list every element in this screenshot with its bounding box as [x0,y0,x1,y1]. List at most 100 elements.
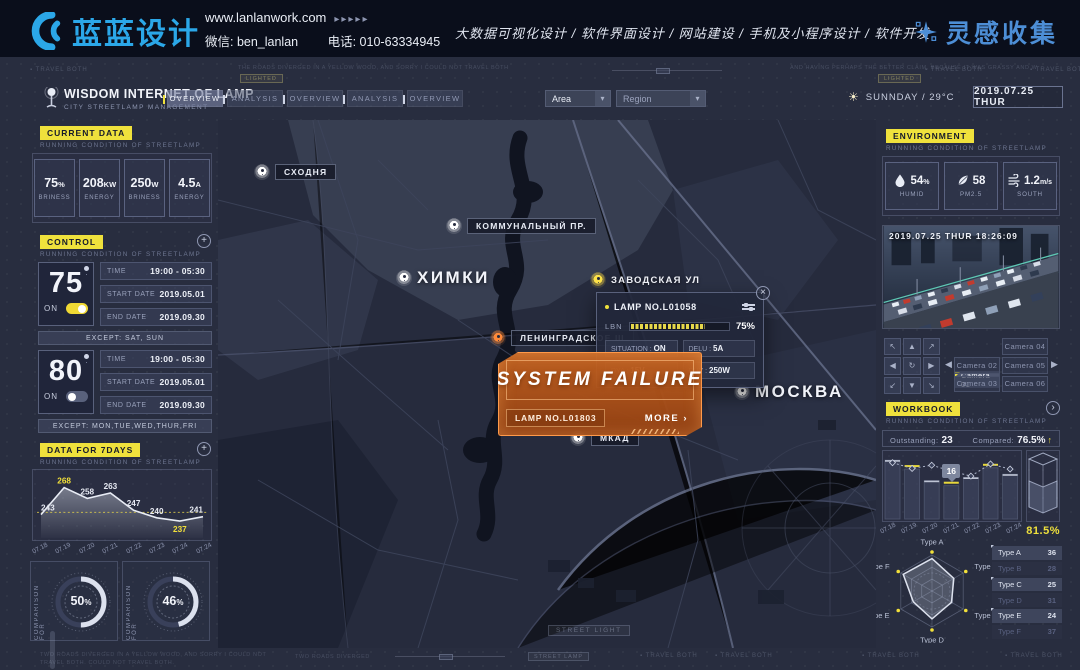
schedule-row-time[interactable]: TIME19:00 - 05:30 [100,262,212,280]
section-title-control: CONTROL [40,235,103,249]
stat-label: ENERGY [84,195,114,201]
type-row-type-e[interactable]: Type E24 [992,609,1062,623]
brand-name: 蓝蓝设计 [72,9,200,53]
camera-pan-button-0[interactable]: ↖ [884,338,901,355]
sliders-icon[interactable] [742,304,755,310]
corner-tick [32,534,39,541]
corner-tick [1026,450,1033,457]
camera-button-camera-06[interactable]: Camera 06 [1002,376,1048,393]
schedule-row-time[interactable]: TIME19:00 - 05:30 [100,350,212,368]
stat-value: 250W [131,176,159,190]
camera-dpad: ↖▲↗ ◀↻▶ ↙▼↘ [884,338,940,394]
data7-add-button[interactable]: + [197,442,211,456]
camera-pan-button-7[interactable]: ▼ [903,377,920,394]
lamp-popup-close-button[interactable]: × [756,286,770,300]
camera-pan-button-1[interactable]: ▲ [903,338,920,355]
row-value: 2019.09.30 [159,312,205,322]
workbook-expand-button[interactable]: › [1046,401,1060,415]
camera-view[interactable]: 2019.07.25 THUR 18:26:09 [882,225,1060,329]
chevron-down-icon: ▾ [595,91,610,106]
travel-both-checkbox: ▪ TRAVEL BOTH [1030,67,1080,73]
workbook-gauge [1026,450,1060,522]
on-label: ON [44,304,58,313]
more-button[interactable]: MORE › [639,410,694,427]
type-label: Type E [998,611,1021,620]
camera-pan-button-6[interactable]: ↙ [884,377,901,394]
failure-lamp-id[interactable]: LAMP NO.L01803 [506,409,605,427]
brightness-level-card: 75 ON [38,262,94,326]
map-marker-3[interactable]: ХИМКИ [396,268,490,288]
svg-text:Type B: Type B [974,562,992,571]
section-title-workbook: WORKBOOK [886,402,960,416]
type-row-type-d[interactable]: Type D31 [992,593,1062,607]
camera-prev-button[interactable]: ◀ [945,359,952,370]
map-label-text: МОСКВА [755,382,844,402]
corner-tick [882,209,889,216]
map-marker-2[interactable]: КОММУНАЛЬНЫЙ ПР. [446,218,596,234]
row-label: START DATE [107,291,155,298]
corner-tick [1015,450,1022,457]
compared-label: Compared: [973,436,1015,445]
map-marker-4[interactable]: ЗАВОДСКАЯ УЛ [590,272,700,288]
tab-overview-4[interactable]: OVERVIEW [407,90,463,107]
weather-text: SUNNDAY / 29°C [866,92,955,103]
corner-tick [205,153,212,160]
camera-pan-button-8[interactable]: ↘ [923,377,940,394]
brightness-level-value: 75 [44,265,88,301]
lamp-popup-title: LAMP NO.L01058 [614,302,737,312]
x-tick-label: 07.22 [125,542,143,556]
type-label: Type B [998,564,1021,573]
except-days-bar: EXCEPT: MON,TUE,WED,THUR,FRI [38,419,212,433]
city-map[interactable]: СХОДНЯКОММУНАЛЬНЫЙ ПР.ХИМКИЗАВОДСКАЯ УЛЛ… [218,120,876,648]
type-row-type-c[interactable]: Type C25 [992,578,1062,592]
camera-pan-button-5[interactable]: ▶ [923,357,940,374]
camera-button-camera-04[interactable]: Camera 04 [1002,338,1048,355]
camera-pan-button-2[interactable]: ↗ [923,338,940,355]
section-subtitle: RUNNING CONDITION OF STREETLAMP [40,142,201,149]
camera-button-camera-05[interactable]: Camera 05 [1002,357,1048,374]
row-label: START DATE [107,379,155,386]
map-label-text: КОММУНАЛЬНЫЙ ПР. [467,218,596,234]
map-marker-1[interactable]: СХОДНЯ [254,164,336,180]
camera-next-button[interactable]: ▶ [1051,359,1058,370]
type-row-type-a[interactable]: Type A36 [992,546,1062,560]
env-value: 54% [910,175,929,187]
svg-text:Type F: Type F [876,562,890,571]
schedule-row-end-date[interactable]: END DATE2019.09.30 [100,396,212,414]
camera-button-camera-02[interactable]: Camera 02 [954,357,1000,374]
type-row-type-f[interactable]: Type F37 [992,625,1062,639]
tab-overview-0[interactable]: OVERVIEW [167,90,223,107]
map-label-text: ЗАВОДСКАЯ УЛ [611,275,700,286]
row-value: 2019.05.01 [159,377,205,387]
scroll-capsule[interactable] [50,631,55,669]
tab-analysis-1[interactable]: ANALYSIS [227,90,283,107]
type-label: Type D [998,596,1022,605]
region-select[interactable]: Region ▾ [616,90,706,107]
area-select[interactable]: Area ▾ [545,90,611,107]
on-label: ON [44,392,58,401]
type-value: 25 [1048,580,1056,589]
power-toggle[interactable] [66,303,88,314]
camera-button-camera-03[interactable]: Camera 03 [954,376,1000,393]
comparison-gauge-2: COMPARISON FOR46% [122,561,210,641]
schedule-row-start-date[interactable]: START DATE2019.05.01 [100,285,212,303]
camera-pan-button-3[interactable]: ◀ [884,357,901,374]
type-row-type-b[interactable]: Type B28 [992,562,1062,576]
wechat-label: 微信: ben_lanlan [205,35,298,49]
stat-value: 208KW [83,176,116,190]
svg-text:258: 258 [80,487,94,496]
schedule-row-end-date[interactable]: END DATE2019.09.30 [100,308,212,326]
tab-analysis-3[interactable]: ANALYSIS [347,90,403,107]
website-link[interactable]: www.lanlanwork.com [205,10,326,25]
schedule-row-start-date[interactable]: START DATE 2019.05.01 [100,373,212,391]
tab-overview-2[interactable]: OVERVIEW [287,90,343,107]
failure-title: SYSTEM FAILURE [497,369,704,391]
inspiration-collect[interactable]: 灵感收集 [914,14,1058,50]
section-subtitle: RUNNING CONDITION OF STREETLAMP [886,418,1047,425]
control-add-button[interactable]: + [197,234,211,248]
camera-refresh-button[interactable]: ↻ [903,357,920,374]
power-toggle[interactable] [66,391,88,402]
date-display: 2019.07.25 THUR [973,86,1063,108]
gauge-value: 50% [53,594,109,608]
app-title-block: WISDOM INTERNET OF LAMP CITY STREETLAMP … [64,87,254,111]
